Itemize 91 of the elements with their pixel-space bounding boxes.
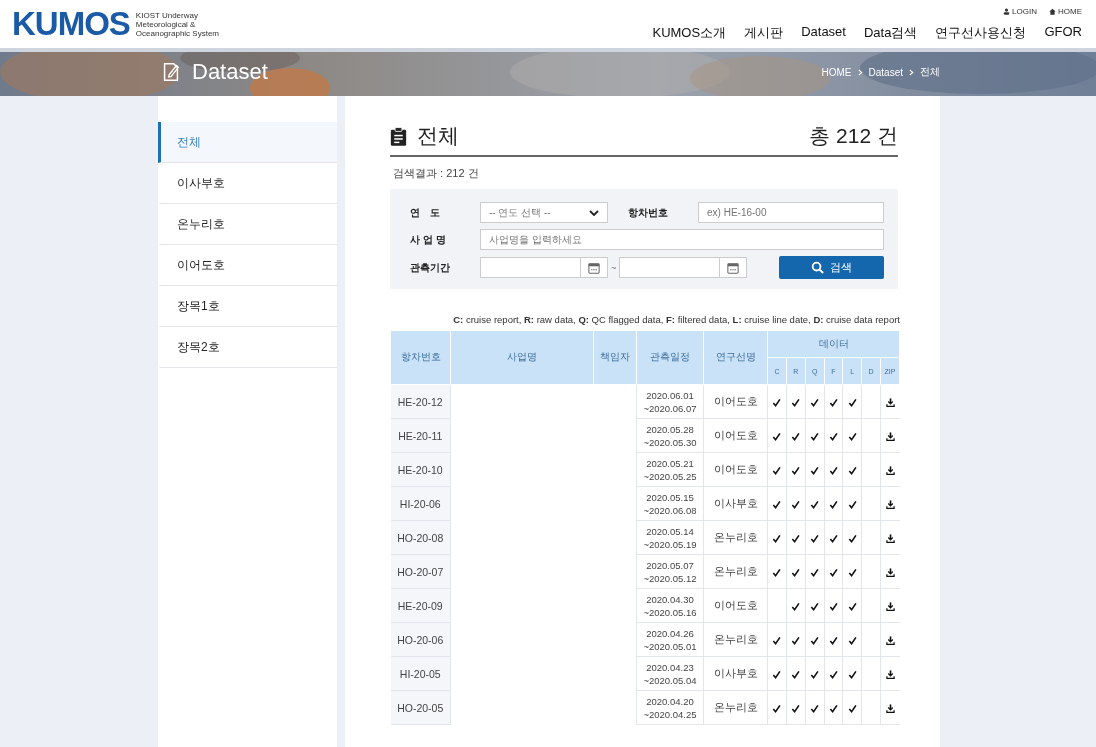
download-icon[interactable]	[885, 534, 895, 544]
table-cell: 이어도호	[703, 418, 768, 453]
table-cell: HO-20-05	[390, 690, 451, 725]
table-cell: HE-20-09	[390, 588, 451, 623]
calendar-icon	[727, 261, 740, 274]
field-label: 사 업 명	[410, 232, 447, 247]
column-header: 항차번호	[390, 331, 451, 385]
top-link[interactable]: HOME	[1049, 7, 1082, 16]
column-header: 관측일정	[636, 331, 704, 385]
nav-link[interactable]: KUMOS소개	[652, 24, 727, 42]
field-label: 항차번호	[628, 205, 669, 220]
table-cell: 2020.05.07 ~2020.05.12	[636, 554, 704, 589]
caret-icon	[589, 209, 599, 216]
project-name-field[interactable]: 사업명을 입력하세요	[480, 229, 884, 250]
column-header: 사업명	[450, 331, 594, 385]
nav-link[interactable]: Data검색	[863, 24, 918, 42]
table-cell: 2020.05.14 ~2020.05.19	[636, 520, 704, 555]
download-icon[interactable]	[885, 602, 895, 612]
legend-text: C: cruise report, R: raw data, Q: QC flagged data, F: filtered data, L: cruise line date, D: cruise data report	[452, 314, 900, 325]
table-cell: HE-20-10	[390, 452, 451, 487]
table-cell: 2020.04.23 ~2020.05.04	[636, 656, 704, 691]
table-cell: 2020.06.01 ~2020.06.07	[636, 384, 704, 419]
logo-subtitle: Meteorological &	[135, 19, 196, 29]
table-cell: 2020.04.30 ~2020.05.16	[636, 588, 704, 623]
table-cell: 2020.05.15 ~2020.06.08	[636, 486, 704, 521]
logo-wordmark[interactable]: KUMOS	[12, 5, 130, 43]
nav-link[interactable]: GFOR	[1044, 24, 1082, 42]
table-cell: 이사부호	[703, 656, 768, 691]
field-label: 연 도	[410, 205, 441, 220]
home-icon	[1049, 8, 1056, 15]
table-cell: HE-20-11	[390, 418, 451, 453]
table-cell: 이어도호	[703, 384, 768, 419]
clipboard-icon	[390, 126, 407, 146]
table-cell: 온누리호	[703, 520, 768, 555]
sidebar-item[interactable]: 전체	[158, 122, 337, 163]
download-icon[interactable]	[885, 704, 895, 714]
table-cell: 이어도호	[703, 588, 768, 623]
download-icon[interactable]	[885, 398, 895, 408]
table-cell: 온누리호	[703, 690, 768, 725]
download-icon[interactable]	[885, 670, 895, 680]
table-cell: HE-20-12	[390, 384, 451, 419]
sidebar-item[interactable]: 온누리호	[158, 204, 337, 245]
download-icon[interactable]	[885, 500, 895, 510]
calendar-icon	[588, 261, 600, 274]
top-link[interactable]: LOGIN	[1003, 7, 1037, 16]
sidebar-item[interactable]: 이어도호	[158, 245, 337, 286]
cruise-number-field[interactable]: ex) HE-16-00	[698, 202, 884, 223]
nav-link[interactable]: 게시판	[744, 24, 784, 42]
table-cell: 2020.04.20 ~2020.04.25	[636, 690, 704, 725]
table-cell: 2020.04.26 ~2020.05.01	[636, 622, 704, 657]
table-cell: HO-20-08	[390, 520, 451, 555]
breadcrumb-link[interactable]: Dataset	[868, 66, 903, 78]
search-icon	[811, 261, 825, 274]
nav-link[interactable]: Dataset	[801, 24, 846, 42]
search-button[interactable]: 검색	[779, 256, 884, 279]
logo-subtitle: Oceanographic System	[135, 28, 219, 38]
table-cell: 온누리호	[703, 622, 768, 657]
column-header: 책임자	[593, 331, 637, 385]
user-icon	[1003, 8, 1011, 15]
field-label: 관측기간	[410, 260, 451, 275]
page-banner-title: Dataset	[192, 59, 268, 85]
year-select[interactable]: -- 연도 선택 --	[480, 202, 608, 223]
page-title: 전체	[417, 123, 459, 149]
download-icon[interactable]	[885, 466, 895, 476]
sidebar-item[interactable]: 장목1호	[158, 286, 337, 327]
range-separator: ~	[611, 262, 617, 273]
column-group-header: 데이터	[767, 331, 900, 358]
table-cell: 이사부호	[703, 486, 768, 521]
table-cell: 2020.05.28 ~2020.05.30	[636, 418, 704, 453]
start-date-field[interactable]	[480, 257, 608, 278]
column-header: 연구선명	[703, 331, 768, 385]
table-cell: 온누리호	[703, 554, 768, 589]
table-cell: HI-20-06	[390, 486, 451, 521]
table-cell: HI-20-05	[390, 656, 451, 691]
nav-link[interactable]: 연구선사용신청	[935, 24, 1027, 42]
sidebar-item[interactable]: 이사부호	[158, 163, 337, 204]
chevron-icon	[909, 68, 914, 76]
chevron-icon	[857, 68, 863, 76]
logo-subtitle: KIOST Underway	[135, 10, 199, 20]
table-cell: 2020.05.21 ~2020.05.25	[636, 452, 704, 487]
table-cell: HO-20-07	[390, 554, 451, 589]
table-cell: HO-20-06	[390, 622, 451, 657]
download-icon[interactable]	[885, 432, 895, 442]
sidebar-item[interactable]: 장목2호	[158, 327, 337, 368]
result-count: 검색결과 : 212 건	[393, 166, 480, 181]
breadcrumb-link[interactable]: 전체	[920, 65, 940, 79]
download-icon[interactable]	[885, 636, 895, 646]
end-date-field[interactable]	[619, 257, 748, 278]
total-count: 총 212 건	[809, 123, 898, 149]
download-icon[interactable]	[885, 568, 895, 578]
table-cell: 이어도호	[703, 452, 768, 487]
